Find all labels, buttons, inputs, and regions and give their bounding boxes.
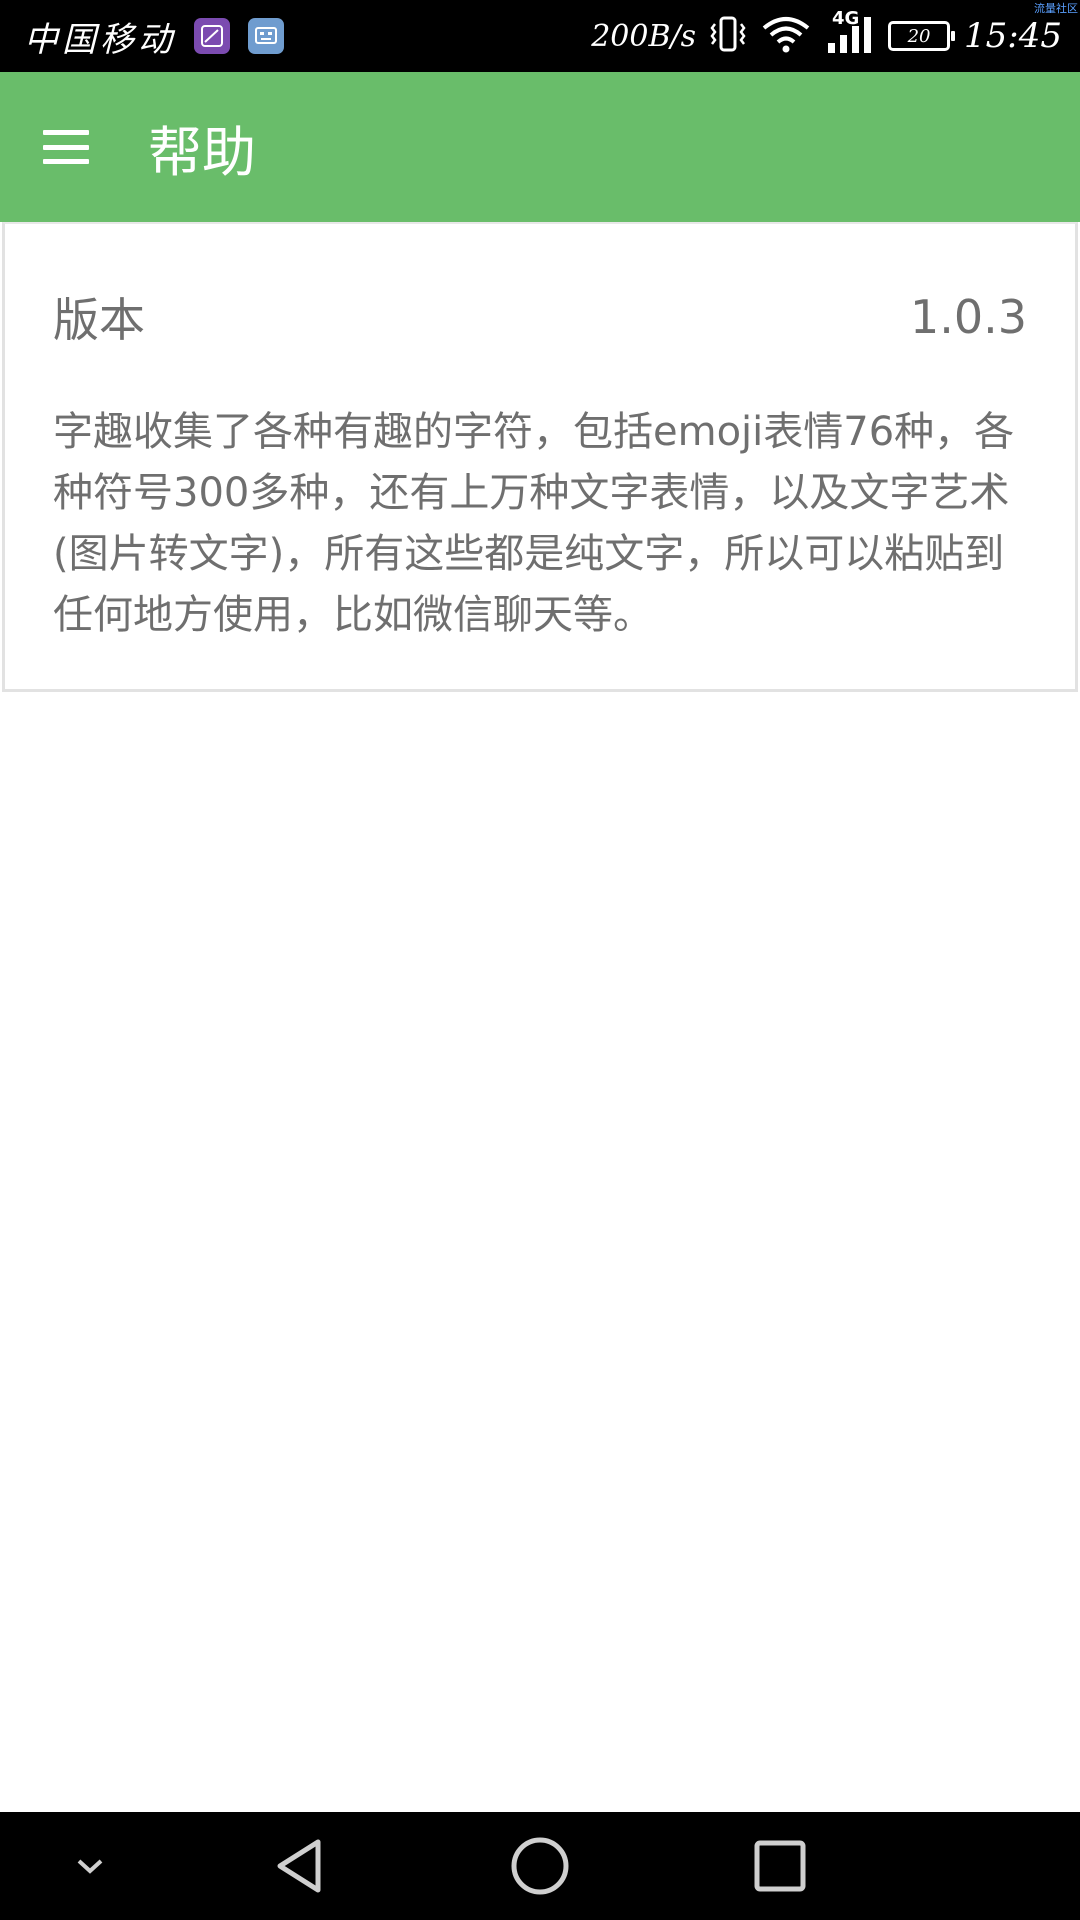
battery-icon: 20 <box>888 21 956 51</box>
clock: 15:45 <box>964 16 1062 56</box>
navigation-bar <box>0 1812 1080 1920</box>
home-button[interactable] <box>490 1812 590 1920</box>
app-notification-icon <box>248 18 284 54</box>
home-circle-icon <box>511 1837 569 1895</box>
chevron-down-icon <box>77 1859 103 1874</box>
recents-square-icon <box>754 1840 806 1892</box>
status-bar: 中国移动 4G 200B/s 20 15:45 流量社区 <box>0 0 1080 72</box>
menu-button[interactable] <box>0 72 140 222</box>
page-title: 帮助 <box>148 120 256 184</box>
status-left: 中国移动 <box>24 0 284 72</box>
version-row: 版本 1.0.3 <box>53 284 1027 350</box>
carrier-name: 中国移动 <box>24 19 176 60</box>
back-triangle-icon <box>277 1839 321 1893</box>
version-label: 版本 <box>53 293 145 347</box>
hamburger-menu-icon <box>43 130 89 164</box>
corner-label: 流量社区 <box>1034 2 1078 15</box>
battery-level: 20 <box>907 25 931 47</box>
recents-button[interactable] <box>730 1812 830 1920</box>
status-right: 200B/s 20 15:45 <box>591 0 1062 72</box>
wifi-icon <box>760 14 812 58</box>
network-speed: 200B/s <box>591 18 697 54</box>
gallery-notification-icon <box>194 18 230 54</box>
app-bar: 帮助 <box>0 72 1080 222</box>
help-card: 版本 1.0.3 字趣收集了各种有趣的字符，包括emoji表情76种，各种符号3… <box>2 222 1078 692</box>
hide-nav-button[interactable] <box>48 1812 132 1920</box>
version-value: 1.0.3 <box>909 290 1027 344</box>
signal-icon <box>826 13 874 59</box>
back-button[interactable] <box>250 1812 350 1920</box>
vibrate-icon <box>710 14 746 58</box>
help-description: 字趣收集了各种有趣的字符，包括emoji表情76种，各种符号300多种，还有上万… <box>53 409 1015 638</box>
